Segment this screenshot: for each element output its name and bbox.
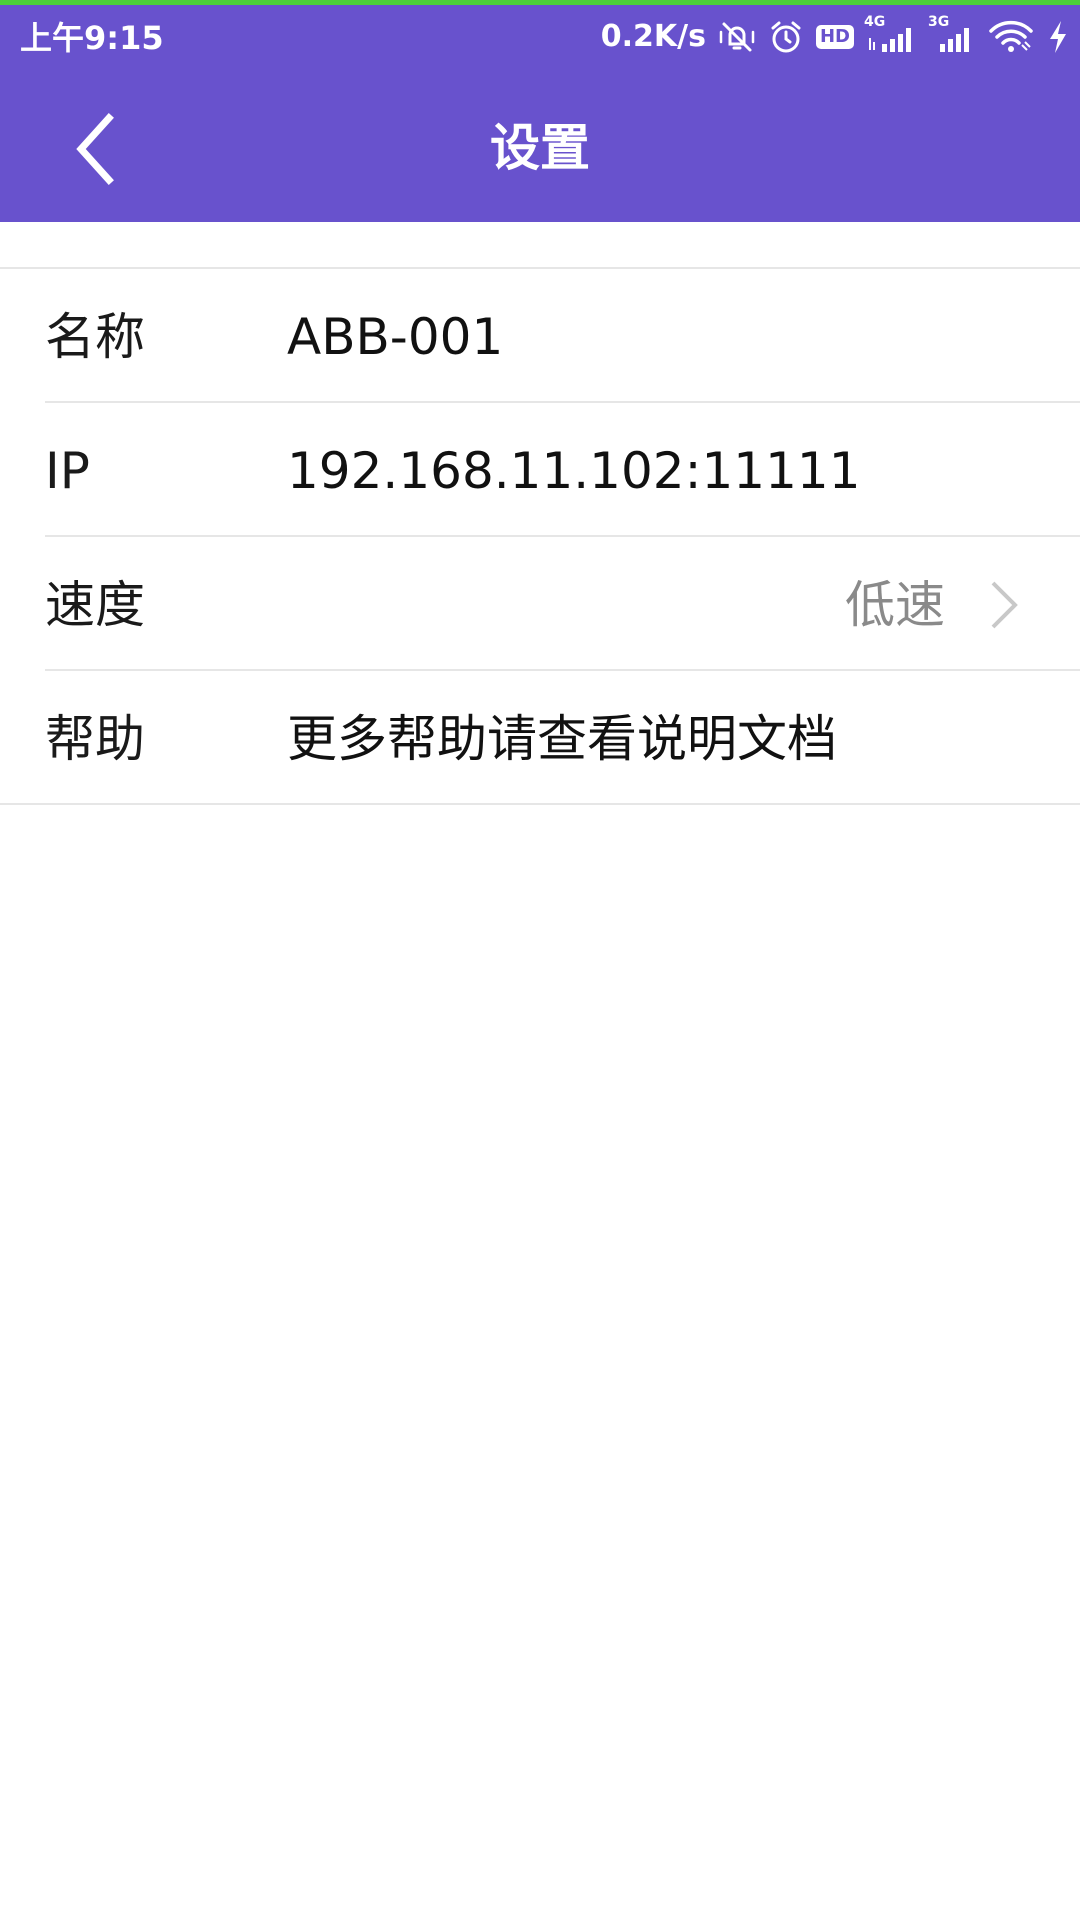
page-title: 设置: [490, 119, 590, 177]
help-label: 帮助: [45, 710, 145, 768]
charging-icon: [1050, 21, 1066, 53]
status-icons: 0.2K/s HD 4G 3G: [601, 14, 1070, 60]
alarm-icon: [771, 21, 801, 53]
status-bar: 上午9:15 0.2K/s HD 4G 3G: [0, 0, 1080, 76]
network-3g-label: 3G: [928, 14, 950, 30]
settings-row-help[interactable]: 帮助 更多帮助请查看说明文档: [45, 671, 1080, 803]
wifi-icon: [989, 20, 1033, 52]
help-value: 更多帮助请查看说明文档: [287, 710, 837, 768]
status-top-line: [0, 0, 1080, 5]
chevron-right-icon: [991, 581, 1018, 629]
vibrate-off-icon: [719, 22, 755, 52]
settings-row-speed[interactable]: 速度 低速: [45, 537, 1080, 671]
net-speed: 0.2K/s: [600, 19, 706, 54]
settings-row-name[interactable]: 名称 ABB-001: [45, 269, 1080, 403]
ip-label: IP: [45, 442, 90, 500]
name-value: ABB-001: [287, 308, 504, 366]
hd-icon: HD: [815, 25, 854, 49]
status-time: 上午9:15: [20, 19, 164, 57]
signal-4g-icon: 4G: [864, 14, 918, 54]
ip-value: 192.168.11.102:11111: [287, 442, 861, 500]
network-4g-label: 4G: [864, 14, 886, 30]
speed-value: 低速: [845, 576, 945, 634]
app-bar: 设置: [0, 76, 1080, 222]
settings-list: 名称 ABB-001 IP 192.168.11.102:11111 速度 低速…: [0, 267, 1080, 805]
settings-row-ip[interactable]: IP 192.168.11.102:11111: [45, 403, 1080, 537]
signal-3g-icon: 3G: [928, 14, 976, 54]
name-label: 名称: [45, 308, 145, 366]
speed-label: 速度: [45, 576, 145, 634]
